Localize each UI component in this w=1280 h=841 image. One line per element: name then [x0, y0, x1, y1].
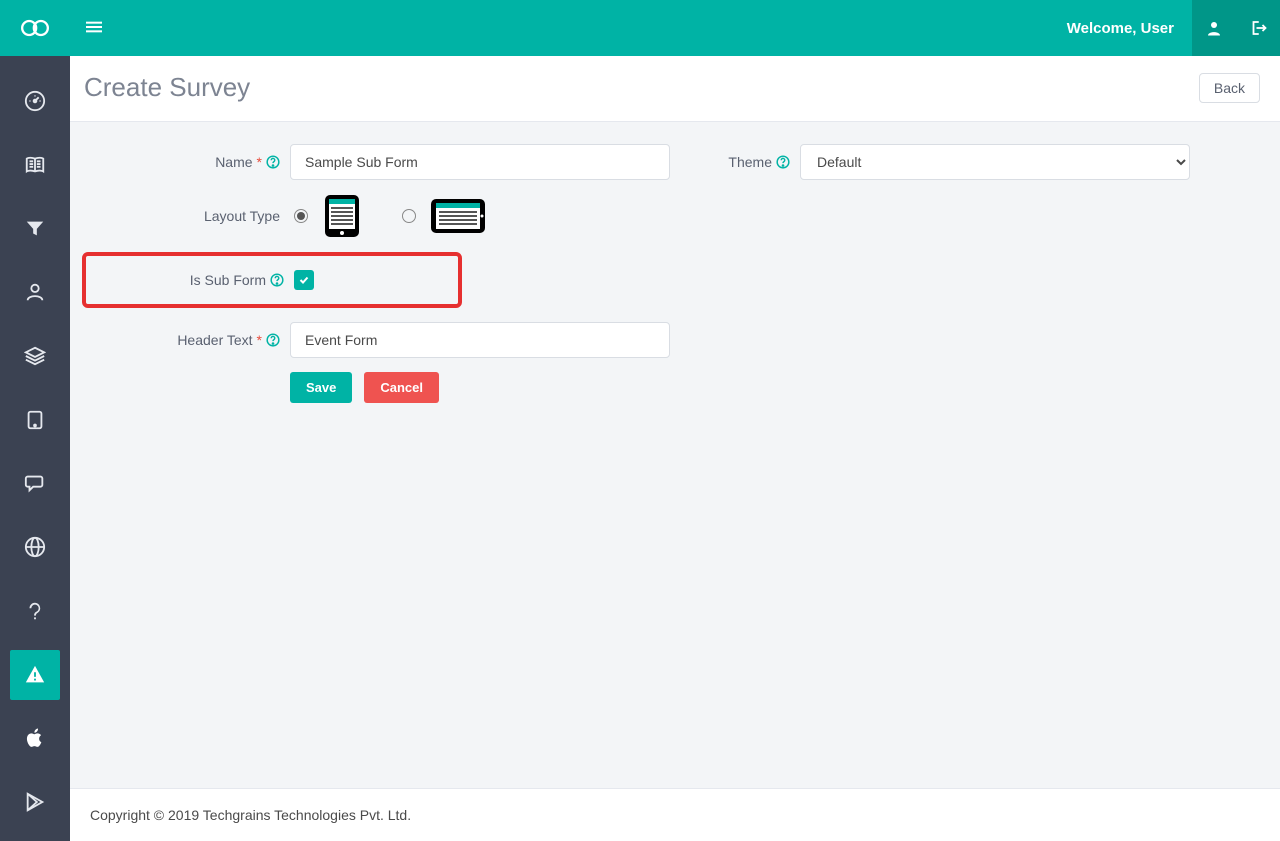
sidebar-apple[interactable] [10, 714, 60, 764]
sidebar-alert[interactable] [10, 650, 60, 700]
sidebar-filter[interactable] [10, 204, 60, 254]
landscape-device-icon [430, 196, 486, 236]
brand-logo [0, 0, 70, 56]
save-button[interactable]: Save [290, 372, 352, 403]
help-icon[interactable] [776, 155, 790, 169]
welcome-text: Welcome, User [1049, 20, 1192, 37]
required-icon: * [257, 154, 262, 170]
headertext-input[interactable] [290, 322, 670, 358]
sidebar-user[interactable] [10, 267, 60, 317]
sidebar [0, 56, 70, 841]
layout-type-label: Layout Type [204, 208, 280, 224]
page-header: Create Survey Back [70, 56, 1280, 122]
topbar: Welcome, User [0, 0, 1280, 56]
subform-checkbox[interactable] [294, 270, 314, 290]
help-icon[interactable] [266, 155, 280, 169]
sidebar-layers[interactable] [10, 331, 60, 381]
cancel-button[interactable]: Cancel [364, 372, 439, 403]
sidebar-globe[interactable] [10, 522, 60, 572]
sidebar-play[interactable] [10, 777, 60, 827]
sidebar-dashboard[interactable] [10, 76, 60, 126]
logout-button[interactable] [1236, 0, 1280, 56]
back-button[interactable]: Back [1199, 73, 1260, 103]
subform-label: Is Sub Form [190, 272, 266, 288]
copyright-text: Copyright © 2019 Techgrains Technologies… [90, 807, 411, 823]
portrait-device-icon [322, 194, 362, 238]
footer: Copyright © 2019 Techgrains Technologies… [70, 788, 1280, 841]
headertext-label: Header Text [177, 332, 252, 348]
sidebar-help[interactable] [10, 586, 60, 636]
layout-portrait-radio[interactable] [294, 209, 308, 223]
page-title: Create Survey [84, 72, 250, 103]
sidebar-tablet[interactable] [10, 395, 60, 445]
sidebar-book[interactable] [10, 140, 60, 190]
help-icon[interactable] [270, 273, 284, 287]
theme-select[interactable]: Default [800, 144, 1190, 180]
subform-highlight: Is Sub Form [82, 252, 462, 308]
name-input[interactable] [290, 144, 670, 180]
name-label: Name [215, 154, 252, 170]
sidebar-chat[interactable] [10, 459, 60, 509]
user-menu-button[interactable] [1192, 0, 1236, 56]
menu-toggle-button[interactable] [70, 19, 118, 38]
layout-landscape-radio[interactable] [402, 209, 416, 223]
help-icon[interactable] [266, 333, 280, 347]
required-icon: * [257, 332, 262, 348]
theme-label: Theme [728, 154, 772, 170]
main-content: Create Survey Back Name * Layout Type [70, 56, 1280, 841]
